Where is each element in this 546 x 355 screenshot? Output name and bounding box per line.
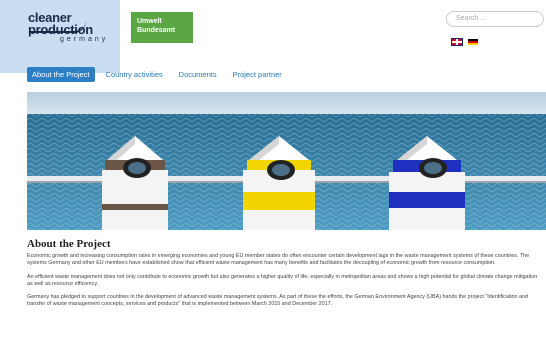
page-title: About the Project (27, 238, 111, 250)
cleaner-production-logo[interactable]: cleaner production germany (28, 11, 118, 48)
uba-logo-line2: Bundesamt (137, 27, 176, 34)
language-switcher (451, 38, 478, 46)
german-flag-icon[interactable] (468, 39, 478, 45)
logo-swoosh (30, 21, 86, 33)
search-input[interactable]: Search ... (446, 11, 544, 27)
nav-tab-documents[interactable]: Documents (174, 67, 222, 82)
content-paragraph: Economic growth and increasing consumpti… (27, 253, 530, 267)
content-paragraph: An efficient waste management does not o… (27, 273, 538, 287)
uk-flag-icon[interactable] (451, 38, 463, 46)
nav-tab-project-partner[interactable]: Project partner (228, 67, 287, 82)
main-content: Economic growth and increasing consumpti… (27, 253, 544, 315)
nav-tab-about-the-project[interactable]: About the Project (27, 67, 95, 82)
umweltbundesamt-logo[interactable]: Umwelt Bundesamt (131, 12, 193, 43)
waste-bins-by-sea-image (27, 92, 546, 230)
content-paragraph: Germany has pledged to support countries… (27, 294, 529, 308)
main-navigation: About the Project Country activities Doc… (27, 66, 546, 83)
hero-image (27, 92, 546, 230)
uba-logo-line1: Umwelt (137, 18, 162, 25)
nav-tab-country-activities[interactable]: Country activities (101, 67, 168, 82)
logo-text-line3: germany (60, 36, 109, 43)
